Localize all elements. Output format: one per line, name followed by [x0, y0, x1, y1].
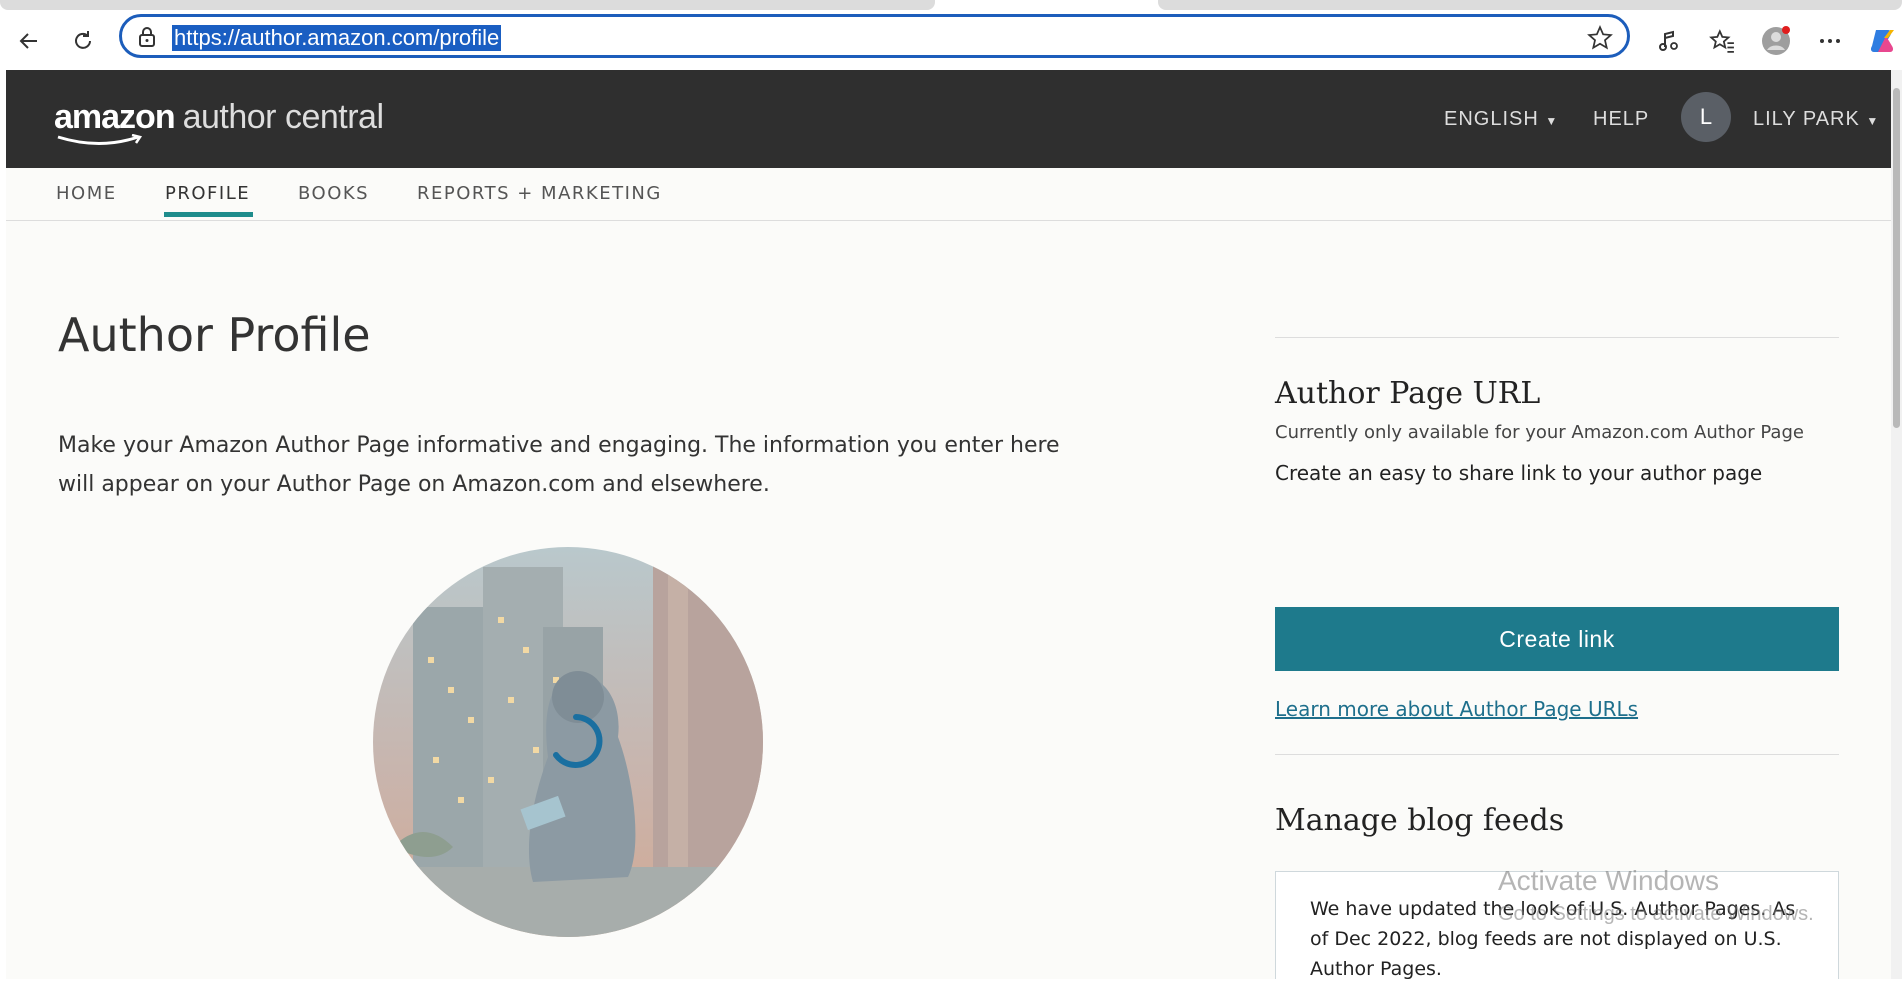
active-tab-indicator — [164, 212, 253, 217]
url-text[interactable]: https://author.amazon.com/profile — [172, 25, 502, 51]
tab-home[interactable]: HOME — [56, 183, 117, 204]
user-name: LILY PARK — [1753, 108, 1860, 130]
back-arrow-icon — [19, 33, 37, 49]
browser-tab-strip — [0, 0, 1902, 10]
refresh-button[interactable] — [68, 26, 98, 56]
copilot-icon[interactable] — [1868, 26, 1898, 56]
browser-tab[interactable] — [0, 0, 935, 10]
create-link-button[interactable]: Create link — [1275, 607, 1839, 671]
back-button[interactable] — [14, 26, 44, 56]
user-menu[interactable]: LILY PARK ▼ — [1753, 108, 1879, 131]
page-scrollbar[interactable] — [1891, 70, 1902, 979]
caret-down-icon: ▼ — [1545, 114, 1559, 128]
user-avatar[interactable]: L — [1681, 92, 1731, 142]
address-bar[interactable]: https://author.amazon.com/profile — [119, 14, 1630, 58]
caret-down-icon: ▼ — [1866, 114, 1880, 128]
author-page-url-title: Author Page URL — [1275, 376, 1541, 411]
logo-author-central-text: author central — [182, 98, 384, 136]
tab-profile[interactable]: PROFILE — [165, 183, 250, 204]
more-menu-icon[interactable] — [1815, 26, 1845, 56]
windows-activation-watermark-title: Activate Windows — [1498, 865, 1719, 896]
page-title: Author Profile — [58, 308, 371, 362]
language-selector[interactable]: ENGLISH ▼ — [1444, 108, 1558, 131]
browser-tab[interactable] — [1158, 0, 1902, 10]
windows-activation-watermark-subtitle: Go to Settings to activate Windows. — [1498, 903, 1814, 925]
tab-books[interactable]: BOOKS — [298, 183, 369, 204]
site-header: amazon author central ENGLISH ▼ HELP L L… — [6, 70, 1891, 168]
profile-icon[interactable] — [1761, 26, 1791, 56]
author-central-logo[interactable]: amazon author central — [54, 98, 384, 145]
author-page-url-subtitle: Currently only available for your Amazon… — [1275, 422, 1804, 443]
read-aloud-icon[interactable] — [1654, 26, 1684, 56]
scrollbar-thumb[interactable] — [1893, 88, 1900, 428]
amazon-smile-icon — [57, 134, 143, 145]
main-nav-tabs: HOME PROFILE BOOKS REPORTS + MARKETING — [6, 168, 1891, 221]
learn-more-author-page-urls-link[interactable]: Learn more about Author Page URLs — [1275, 697, 1638, 721]
tab-reports-marketing[interactable]: REPORTS + MARKETING — [417, 183, 662, 204]
lock-icon[interactable] — [136, 26, 158, 52]
author-page-url-description: Create an easy to share link to your aut… — [1275, 461, 1763, 485]
help-link[interactable]: HELP — [1593, 108, 1649, 131]
sidebar-divider — [1275, 754, 1839, 755]
refresh-icon — [75, 31, 91, 49]
browser-toolbar: https://author.amazon.com/profile — [0, 10, 1902, 68]
sidebar-divider — [1275, 337, 1839, 338]
manage-blog-feeds-title: Manage blog feeds — [1275, 803, 1565, 838]
logo-amazon-text: amazon — [54, 98, 176, 136]
intro-text: Make your Amazon Author Page informative… — [58, 433, 1060, 497]
favorites-icon[interactable] — [1707, 26, 1737, 56]
language-label: ENGLISH — [1444, 108, 1539, 130]
favorite-star-icon[interactable] — [1587, 25, 1613, 55]
loading-spinner-icon — [553, 714, 603, 768]
